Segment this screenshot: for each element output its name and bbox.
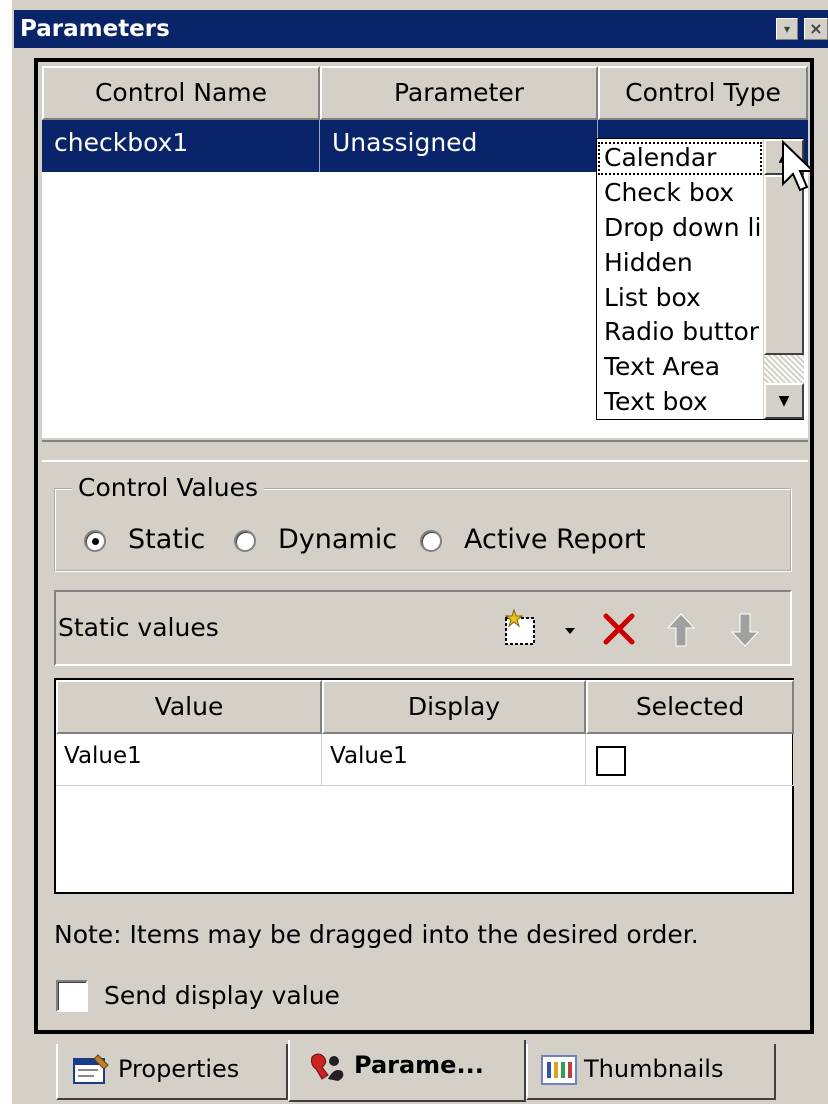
move-down-icon[interactable] [728,610,762,650]
delete-icon[interactable] [600,610,638,648]
chevron-down-icon: ▾ [783,22,791,36]
dropdown-option-list-box[interactable]: List box [597,281,763,316]
column-header-selected[interactable]: Selected [586,680,794,734]
radio-static[interactable] [84,530,106,552]
drag-order-note: Note: Items may be dragged into the desi… [54,920,699,949]
tab-properties[interactable]: Properties [56,1044,288,1100]
static-values-grid: Value Display Selected Value1 Value1 [54,678,794,894]
cell-control-name[interactable]: checkbox1 [42,120,320,172]
tab-thumbnails[interactable]: Thumbnails [526,1044,776,1100]
panel-title: Parameters [20,16,170,42]
dropdown-option-drop-down-list[interactable]: Drop down li [597,211,763,246]
radio-label-active-report[interactable]: Active Report [464,523,646,557]
panel-close-button[interactable]: × [804,18,828,40]
dropdown-option-text-box[interactable]: Text box [597,385,763,420]
arrow-down-icon: ▼ [778,393,790,409]
cell-parameter[interactable]: Unassigned [320,120,598,172]
dropdown-option-radio-button[interactable]: Radio buttor [597,315,763,350]
static-values-label: Static values [58,613,219,642]
tab-thumbnails-label: Thumbnails [584,1055,724,1083]
tab-properties-label: Properties [118,1055,240,1083]
window-left-edge [0,0,12,1104]
column-header-value[interactable]: Value [56,680,322,734]
panel-options-button[interactable]: ▾ [776,18,798,40]
close-icon: × [809,19,823,38]
tab-parameters[interactable]: Parame... [288,1040,526,1102]
send-display-value-label[interactable]: Send display value [104,978,340,1014]
column-header-parameter[interactable]: Parameter [320,66,598,120]
radio-label-dynamic[interactable]: Dynamic [278,523,397,557]
thumbnails-icon [541,1055,577,1085]
control-values-legend: Control Values [72,472,264,504]
tab-parameters-label: Parame... [354,1051,484,1079]
radio-active-report[interactable] [420,530,442,552]
mouse-cursor-icon [782,140,814,192]
column-header-control-type[interactable]: Control Type [598,66,808,120]
dropdown-option-text-area[interactable]: Text Area [597,350,763,385]
dropdown-option-check-box[interactable]: Check box [597,176,763,211]
cell-display[interactable]: Value1 [322,734,586,786]
dropdown-arrow-icon[interactable] [560,620,580,640]
dropdown-option-calendar[interactable]: Calendar [597,141,763,176]
selected-checkbox[interactable] [596,746,626,776]
parameters-icon [311,1053,344,1081]
send-display-value-checkbox[interactable] [56,980,88,1012]
scroll-down-button[interactable]: ▼ [764,383,804,419]
properties-icon [73,1054,109,1084]
dropdown-option-hidden[interactable]: Hidden [597,246,763,281]
scrollbar-track[interactable] [764,355,804,383]
column-header-display[interactable]: Display [322,680,586,734]
radio-selected-dot [92,538,99,545]
new-item-icon[interactable] [500,608,542,650]
radio-dynamic[interactable] [234,530,256,552]
move-up-icon[interactable] [664,610,698,650]
column-header-control-name[interactable]: Control Name [42,66,320,120]
control-type-dropdown-list[interactable]: Calendar Check box Drop down li Hidden L… [596,138,804,420]
scrollbar-thumb[interactable] [764,175,804,355]
cell-value[interactable]: Value1 [56,734,322,786]
radio-label-static[interactable]: Static [128,523,205,557]
panel-splitter[interactable] [42,440,808,462]
